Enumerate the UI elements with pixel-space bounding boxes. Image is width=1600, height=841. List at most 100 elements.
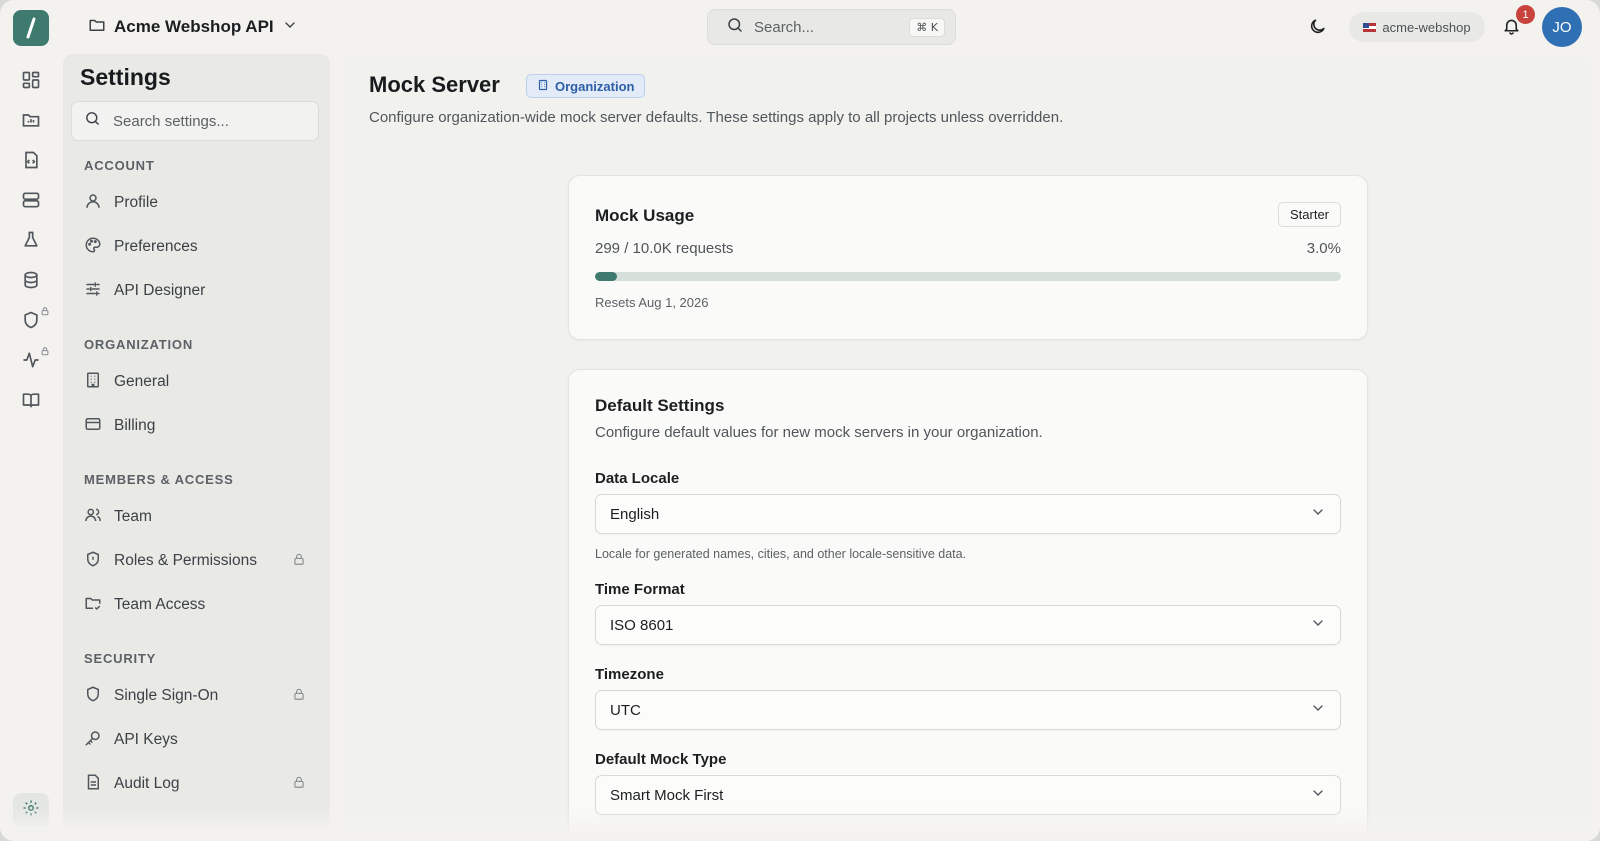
data-locale-value: English xyxy=(610,505,660,523)
default-settings-title: Default Settings xyxy=(595,396,725,415)
search-icon xyxy=(84,110,101,132)
moon-icon xyxy=(1308,19,1327,40)
app-logo[interactable] xyxy=(13,10,49,46)
lock-icon xyxy=(40,343,50,356)
sidebar-item-label: Team Access xyxy=(114,596,206,613)
palette-icon xyxy=(84,236,102,259)
sidebar-item-label: Single Sign-On xyxy=(114,687,219,704)
activity-icon[interactable] xyxy=(21,350,41,370)
mock-usage-card: Mock Usage Starter 299 / 10.0K requests … xyxy=(568,175,1368,340)
plan-badge: Starter xyxy=(1277,202,1341,227)
sidebar-item-preferences[interactable]: Preferences xyxy=(71,228,319,266)
time-format-select[interactable]: ISO 8601 xyxy=(595,605,1341,645)
data-locale-hint: Locale for generated names, cities, and … xyxy=(595,547,967,561)
chevron-down-icon xyxy=(1310,504,1326,525)
book-icon[interactable] xyxy=(21,390,41,410)
default-mock-type-label: Default Mock Type xyxy=(595,751,727,768)
folder-access-icon xyxy=(84,594,102,617)
usage-progress-fill xyxy=(595,272,618,281)
page-description: Configure organization-wide mock server … xyxy=(369,109,1064,126)
user-icon xyxy=(84,192,102,215)
bell-icon xyxy=(1502,19,1521,40)
timezone-value: UTC xyxy=(610,701,641,719)
chevron-down-icon xyxy=(1310,700,1326,721)
sidebar-item-general[interactable]: General xyxy=(71,363,319,401)
sidebar-item-audit-log[interactable]: Audit Log xyxy=(71,765,319,803)
default-mock-type-value: Smart Mock First xyxy=(610,786,724,804)
sidebar-item-label: Team xyxy=(114,508,152,525)
bottom-fade xyxy=(0,805,1600,841)
top-bar: Acme Webshop API Search... ⌘ K acme-webs… xyxy=(0,0,1600,54)
usage-reset-date: Resets Aug 1, 2026 xyxy=(595,295,709,310)
usage-progress-bar xyxy=(595,272,1341,281)
time-format-label: Time Format xyxy=(595,581,685,598)
sidebar-item-label: API Designer xyxy=(114,282,206,299)
sidebar-item-label: Profile xyxy=(114,194,158,211)
chevron-down-icon xyxy=(1310,785,1326,806)
sliders-icon xyxy=(84,280,102,303)
users-icon xyxy=(84,506,102,529)
folder-chart-icon[interactable] xyxy=(21,110,41,130)
section-title-account: ACCOUNT xyxy=(84,158,155,173)
server-icon[interactable] xyxy=(21,190,41,210)
page-title: Mock Server xyxy=(369,72,500,97)
user-avatar[interactable]: JO xyxy=(1542,7,1582,47)
sidebar-title: Settings xyxy=(80,64,171,90)
notification-count-badge: 1 xyxy=(1516,5,1535,24)
building-icon xyxy=(84,371,102,394)
project-switcher[interactable]: Acme Webshop API xyxy=(88,14,298,40)
sidebar-item-label: Billing xyxy=(114,417,156,434)
flask-icon[interactable] xyxy=(21,230,41,250)
section-title-organization: ORGANIZATION xyxy=(84,337,194,352)
lock-icon xyxy=(292,775,306,794)
sidebar-item-roles-permissions[interactable]: Roles & Permissions xyxy=(71,542,319,580)
settings-search-input[interactable] xyxy=(113,112,303,130)
settings-search[interactable] xyxy=(71,101,319,141)
lock-icon xyxy=(292,552,306,571)
sidebar-item-team[interactable]: Team xyxy=(71,498,319,536)
shield-icon xyxy=(84,685,102,708)
database-icon[interactable] xyxy=(21,270,41,290)
keyboard-shortcut-hint: ⌘ K xyxy=(909,17,945,37)
global-search-placeholder: Search... xyxy=(754,18,815,36)
timezone-select[interactable]: UTC xyxy=(595,690,1341,730)
section-title-members-access: MEMBERS & ACCESS xyxy=(84,472,234,487)
sidebar-item-api-designer[interactable]: API Designer xyxy=(71,272,319,310)
sidebar-item-single-sign-on[interactable]: Single Sign-On xyxy=(71,677,319,715)
chevron-down-icon xyxy=(282,17,298,38)
scope-badge: Organization xyxy=(526,74,646,98)
global-search[interactable]: Search... ⌘ K xyxy=(707,9,956,45)
dashboard-icon[interactable] xyxy=(21,70,41,90)
search-icon xyxy=(726,16,744,39)
default-settings-card: Default Settings Configure default value… xyxy=(568,369,1368,841)
icon-rail xyxy=(0,54,62,841)
sidebar-item-team-access[interactable]: Team Access xyxy=(71,586,319,624)
chevron-down-icon xyxy=(1310,615,1326,636)
code-file-icon[interactable] xyxy=(21,150,41,170)
data-locale-select[interactable]: English xyxy=(595,494,1341,534)
project-name: Acme Webshop API xyxy=(114,17,274,36)
lock-icon xyxy=(40,303,50,316)
data-locale-label: Data Locale xyxy=(595,470,680,487)
sidebar-item-label: Preferences xyxy=(114,238,198,255)
shield-icon xyxy=(84,550,102,573)
default-settings-description: Configure default values for new mock se… xyxy=(595,424,1043,441)
sidebar-item-label: API Keys xyxy=(114,731,178,748)
file-text-icon xyxy=(84,773,102,796)
usage-title: Mock Usage xyxy=(595,206,695,225)
scope-badge-label: Organization xyxy=(555,78,635,94)
shield-icon[interactable] xyxy=(21,310,41,330)
sidebar-item-billing[interactable]: Billing xyxy=(71,407,319,445)
dark-mode-toggle[interactable] xyxy=(1308,17,1327,41)
sidebar-item-api-keys[interactable]: API Keys xyxy=(71,721,319,759)
usage-count: 299 / 10.0K requests xyxy=(595,240,734,257)
timezone-label: Timezone xyxy=(595,666,664,683)
settings-sidebar: Settings ACCOUNT Profile Preferences API… xyxy=(63,54,330,834)
us-flag-icon xyxy=(1363,22,1377,32)
sidebar-item-label: Roles & Permissions xyxy=(114,552,257,569)
sidebar-item-label: Audit Log xyxy=(114,775,180,792)
section-title-security: SECURITY xyxy=(84,651,157,666)
workspace-selector[interactable]: acme-webshop xyxy=(1349,12,1485,42)
sidebar-item-profile[interactable]: Profile xyxy=(71,184,319,222)
lock-icon xyxy=(292,687,306,706)
